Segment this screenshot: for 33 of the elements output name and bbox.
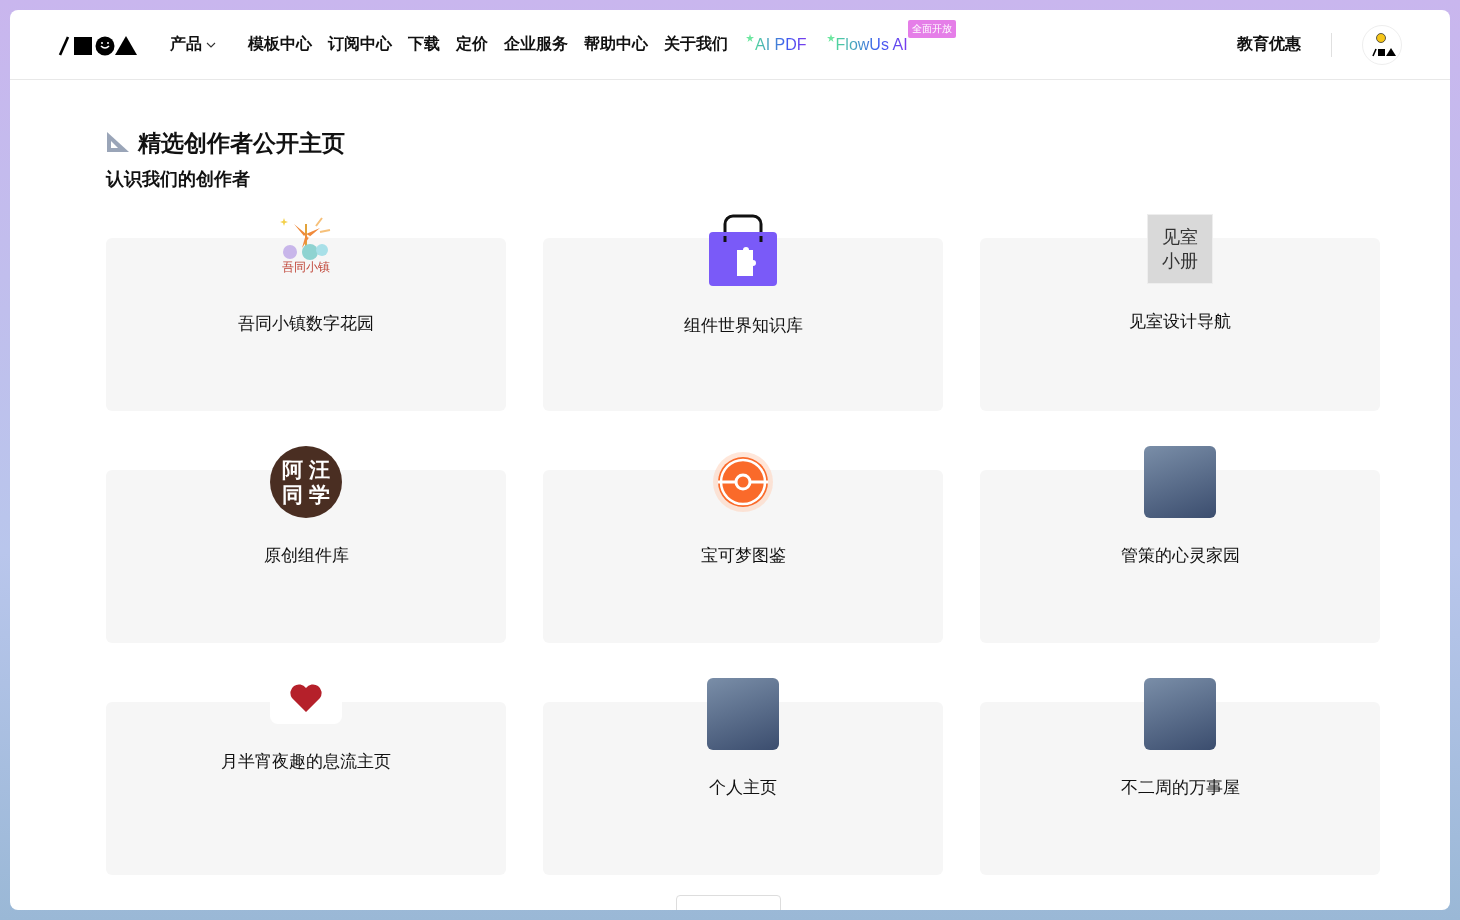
- card-title: 不二周的万事屋: [1120, 777, 1240, 799]
- section-title: 精选创作者公开主页: [138, 129, 345, 158]
- new-badge: 全面开放: [907, 19, 956, 38]
- nav-dropdown[interactable]: 产品: [170, 34, 216, 55]
- card-title: 组件世界知识库: [683, 315, 803, 337]
- card-title: 宝可梦图鉴: [700, 545, 786, 567]
- creator-card[interactable]: 宝可梦图鉴: [543, 446, 943, 643]
- card-title: 吾同小镇数字花园: [238, 313, 374, 335]
- card-title: 见室设计导航: [1129, 311, 1231, 333]
- nav-link[interactable]: 订阅中心: [328, 34, 392, 55]
- nav-link[interactable]: 模板中心: [248, 34, 312, 55]
- nav-link[interactable]: 下载: [408, 34, 440, 55]
- logo-text: 吾同小镇: [282, 260, 330, 274]
- nav-link[interactable]: 企业服务: [504, 34, 568, 55]
- creator-card[interactable]: 见室 小册 见室设计导航: [980, 214, 1380, 411]
- creator-card[interactable]: 月半宵夜趣的息流主页: [106, 678, 506, 875]
- nav-link[interactable]: 帮助中心: [584, 34, 648, 55]
- nav-link[interactable]: 教育优惠: [1237, 34, 1301, 55]
- card-title: 月半宵夜趣的息流主页: [221, 751, 391, 773]
- creator-card[interactable]: 管策的心灵家园: [980, 446, 1380, 643]
- nav-link[interactable]: 定价: [456, 34, 488, 55]
- creator-card[interactable]: 吾同小镇 吾同小镇数字花园: [106, 214, 506, 411]
- section-subtitle: 认识我们的创作者: [106, 168, 251, 191]
- card-title: 原创组件库: [263, 545, 349, 567]
- creator-card[interactable]: 阿汪 同学 原创组件库: [106, 446, 506, 643]
- logo-tile: 见室 小册: [1147, 214, 1213, 284]
- card-title: 管策的心灵家园: [1120, 545, 1240, 567]
- nav-link[interactable]: 关于我们: [664, 34, 728, 55]
- creator-card[interactable]: 个人主页: [543, 678, 943, 875]
- logo-badge: 阿汪 同学: [270, 446, 342, 518]
- creator-card[interactable]: 不二周的万事屋: [980, 678, 1380, 875]
- card-title: 个人主页: [709, 777, 777, 799]
- creator-card[interactable]: 组件世界知识库: [543, 214, 943, 411]
